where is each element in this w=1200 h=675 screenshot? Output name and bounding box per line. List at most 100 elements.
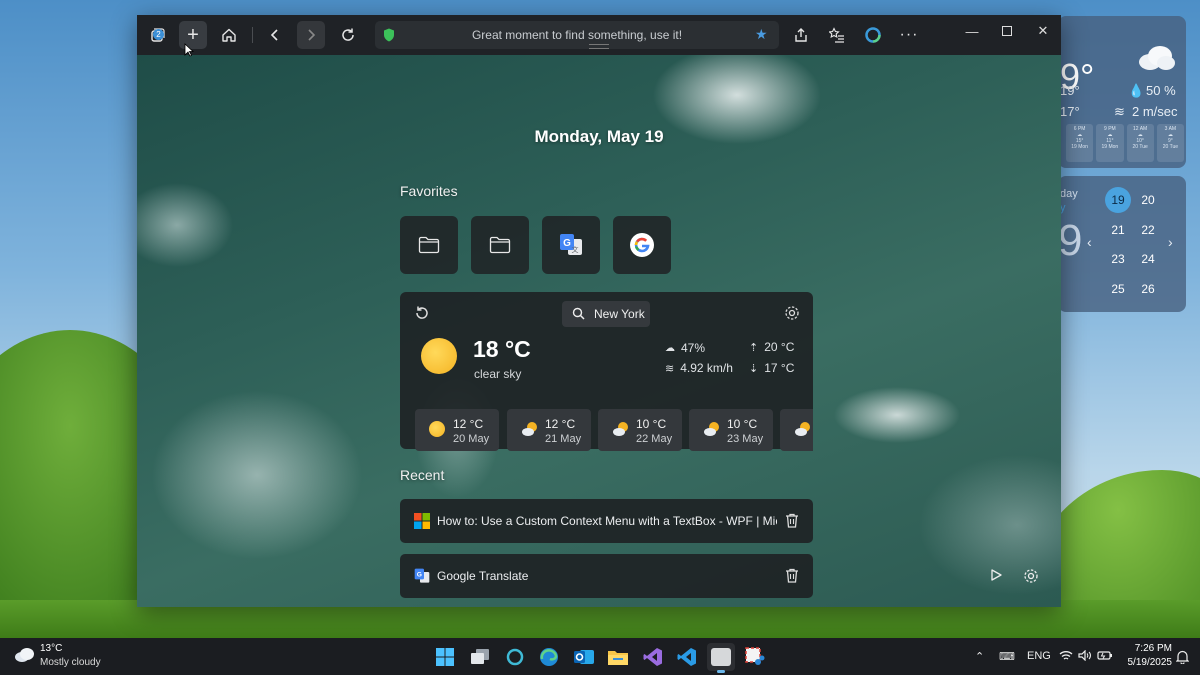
calendar-day-today[interactable]: 19 bbox=[1105, 187, 1131, 213]
calendar-day[interactable]: 21 bbox=[1105, 217, 1131, 243]
cloud-icon bbox=[1139, 46, 1175, 70]
page-settings-icon[interactable] bbox=[1023, 568, 1039, 584]
wifi-icon[interactable] bbox=[1059, 650, 1073, 664]
home-icon bbox=[222, 28, 236, 42]
favorites-list-icon bbox=[829, 27, 844, 43]
address-bar-text[interactable]: Great moment to find something, use it! bbox=[375, 28, 779, 42]
hourly-item: 3 AM ☁ 9° 20 Tue bbox=[1156, 124, 1184, 162]
hourly-item: 12 AM ☁ 10° 20 Tue bbox=[1126, 124, 1154, 162]
calendar-day[interactable]: 25 bbox=[1105, 276, 1131, 302]
task-view-button[interactable] bbox=[466, 643, 494, 671]
partly-cloudy-icon bbox=[522, 422, 537, 436]
high-temp-stat: ⇡ 20 °C bbox=[749, 340, 795, 354]
clock-date[interactable]: 5/19/2025 bbox=[1116, 657, 1173, 668]
calendar-day[interactable]: 22 bbox=[1135, 217, 1161, 243]
calendar-day[interactable]: 26 bbox=[1135, 276, 1161, 302]
favorite-tile-folder[interactable] bbox=[471, 216, 529, 274]
favorites-title: Favorites bbox=[400, 183, 458, 199]
desktop-calendar-widget[interactable]: day y 9 ‹ › 19 20 21 22 23 24 25 26 bbox=[1058, 176, 1186, 312]
copilot-button[interactable] bbox=[859, 21, 887, 49]
microsoft-icon bbox=[414, 513, 430, 529]
home-button[interactable] bbox=[215, 21, 243, 49]
sun-icon bbox=[429, 421, 445, 437]
forecast-temp: 12 °C bbox=[545, 417, 576, 431]
active-app-button[interactable] bbox=[707, 643, 735, 673]
cloudy-icon[interactable] bbox=[14, 647, 36, 663]
address-bar[interactable]: Great moment to find something, use it! … bbox=[375, 21, 779, 49]
outlook-button[interactable] bbox=[570, 643, 598, 671]
calendar-next-icon[interactable]: › bbox=[1168, 234, 1173, 250]
back-button[interactable] bbox=[261, 21, 289, 49]
forecast-item: 12 °C 21 May bbox=[507, 409, 591, 451]
city-search-button[interactable]: New York bbox=[562, 301, 650, 327]
droplet-icon: 💧 bbox=[1128, 83, 1145, 98]
volume-icon[interactable] bbox=[1078, 649, 1092, 664]
visual-studio-button[interactable] bbox=[639, 643, 667, 671]
trash-icon[interactable] bbox=[785, 513, 799, 528]
widget-wind: 2 m/sec bbox=[1132, 104, 1178, 119]
forward-button[interactable] bbox=[297, 21, 325, 49]
maximize-button[interactable] bbox=[992, 19, 1022, 43]
start-button[interactable] bbox=[431, 643, 459, 671]
calendar-day[interactable]: 23 bbox=[1105, 246, 1131, 272]
calendar-day[interactable]: 20 bbox=[1135, 187, 1161, 213]
favorite-tile-folder[interactable] bbox=[400, 216, 458, 274]
refresh-button[interactable] bbox=[334, 21, 362, 49]
weather-settings-icon[interactable] bbox=[784, 305, 800, 321]
partly-cloudy-icon bbox=[704, 422, 719, 436]
google-translate-icon: G bbox=[414, 568, 430, 583]
edge-button[interactable] bbox=[535, 643, 563, 671]
partly-cloudy-icon bbox=[613, 422, 628, 436]
google-translate-icon: G文 bbox=[560, 234, 582, 255]
chevron-left-icon bbox=[270, 29, 278, 41]
input-language[interactable]: ENG bbox=[1027, 650, 1051, 662]
vscode-button[interactable] bbox=[673, 643, 701, 671]
widget-low: 17° bbox=[1060, 104, 1080, 119]
hourly-item: 6 PM ☁ 15° 19 Mon bbox=[1066, 124, 1094, 162]
arrow-down-icon: ⇣ bbox=[749, 362, 759, 375]
taskbar-weather-desc[interactable]: Mostly cloudy bbox=[40, 657, 101, 668]
star-icon[interactable]: ★ bbox=[755, 26, 768, 43]
favorite-tile-google-translate[interactable]: G文 bbox=[542, 216, 600, 274]
refresh-weather-icon[interactable] bbox=[414, 305, 430, 321]
city-name: New York bbox=[594, 307, 645, 321]
taskbar: 13°C Mostly cloudy ⌃ ⌨ ENG 7:26 PM 5/19/… bbox=[0, 638, 1200, 675]
calendar-prev-icon[interactable]: ‹ bbox=[1087, 234, 1092, 250]
clock-time[interactable]: 7:26 PM bbox=[1126, 643, 1172, 654]
share-icon bbox=[795, 28, 807, 42]
trash-icon[interactable] bbox=[785, 568, 799, 583]
keyboard-icon[interactable]: ⌨ bbox=[999, 650, 1015, 663]
hourly-item: 9 PM ☁ 11° 19 Mon bbox=[1096, 124, 1124, 162]
tabs-count-badge: 2 bbox=[153, 29, 164, 40]
battery-icon[interactable] bbox=[1097, 650, 1113, 664]
notification-bell-icon[interactable] bbox=[1176, 650, 1189, 664]
google-icon bbox=[630, 233, 654, 257]
visual-studio-icon bbox=[643, 648, 662, 666]
widget-high: 19° bbox=[1060, 83, 1080, 98]
show-hidden-icons-chevron-icon[interactable]: ⌃ bbox=[975, 650, 984, 663]
tabs-button[interactable]: 2 bbox=[143, 21, 171, 49]
browser-window: 2 + Great moment to find something, use … bbox=[137, 15, 1061, 607]
play-icon[interactable] bbox=[989, 568, 1003, 582]
recent-item[interactable]: How to: Use a Custom Context Menu with a… bbox=[400, 499, 813, 543]
outlook-icon bbox=[574, 650, 594, 664]
minimize-button[interactable]: — bbox=[957, 19, 987, 43]
desktop-weather-widget[interactable]: 9° 19° 17° 💧 50 % ≋ 2 m/sec 6 PM ☁ 15° 19 M… bbox=[1058, 16, 1186, 168]
drag-handle-icon[interactable] bbox=[589, 44, 609, 49]
svg-text:G: G bbox=[563, 238, 571, 249]
share-button[interactable] bbox=[787, 21, 815, 49]
search-icon bbox=[572, 307, 585, 320]
file-explorer-button[interactable] bbox=[604, 643, 632, 671]
forecast-date: 23 May bbox=[727, 433, 764, 445]
taskbar-weather-temp[interactable]: 13°C bbox=[40, 643, 62, 654]
cortana-button[interactable] bbox=[501, 643, 529, 671]
recent-item[interactable]: G Google Translate bbox=[400, 554, 813, 598]
favorites-button[interactable] bbox=[823, 21, 851, 49]
more-options-button[interactable]: ··· bbox=[895, 21, 923, 49]
snipping-tool-button[interactable] bbox=[741, 643, 769, 671]
active-app-indicator bbox=[717, 670, 725, 673]
favorite-tile-google[interactable] bbox=[613, 216, 671, 274]
calendar-day[interactable]: 24 bbox=[1135, 246, 1161, 272]
close-button[interactable]: ✕ bbox=[1028, 19, 1058, 43]
partly-cloudy-icon bbox=[795, 422, 810, 436]
